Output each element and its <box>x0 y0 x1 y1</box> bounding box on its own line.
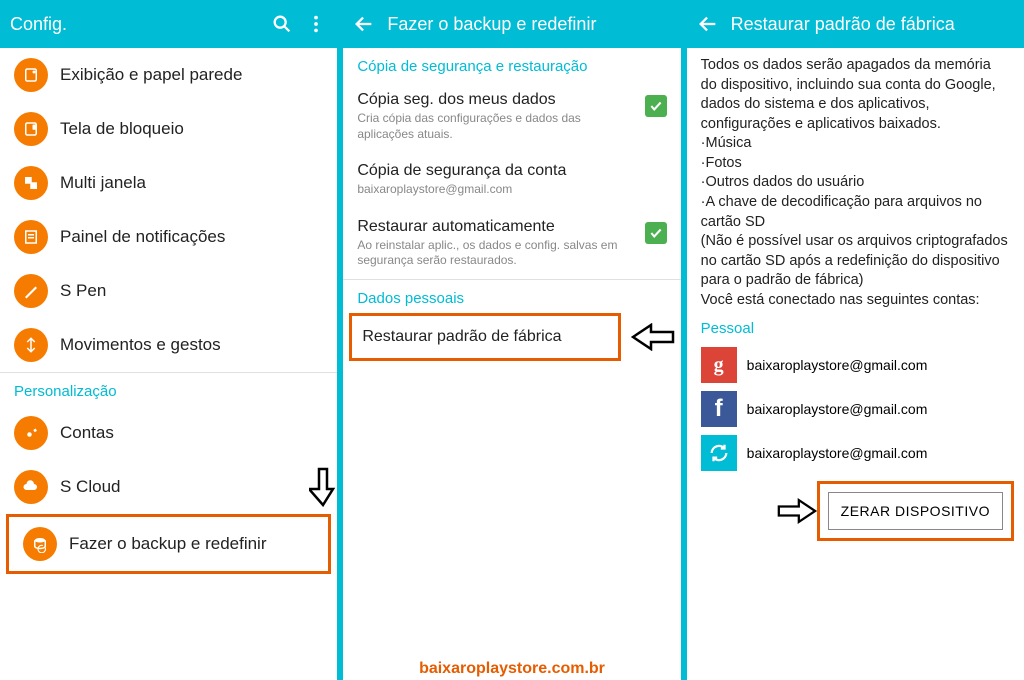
cloud-icon <box>14 470 48 504</box>
item-notifpanel[interactable]: Painel de notificações <box>0 210 337 264</box>
setting-title: Cópia seg. dos meus dados <box>357 91 636 109</box>
reset-content: Todos os dados serão apagados da memória… <box>687 48 1024 680</box>
setting-subtitle: Ao reinstalar aplic., os dados e config.… <box>357 238 636 269</box>
setting-title: Cópia de segurança da conta <box>357 162 666 180</box>
accounts-icon <box>14 416 48 450</box>
item-label: Painel de notificações <box>60 227 225 247</box>
section-personalization: Personalização <box>0 373 337 406</box>
facebook-icon: f <box>701 391 737 427</box>
setting-backup-data[interactable]: Cópia seg. dos meus dados Cria cópia das… <box>343 81 680 152</box>
setting-auto-restore[interactable]: Restaurar automaticamente Ao reinstalar … <box>343 208 680 279</box>
section-personal: Pessoal <box>687 310 1024 343</box>
arrow-down-annotation <box>309 467 337 507</box>
setting-title: Restaurar padrão de fábrica <box>362 328 561 346</box>
back-icon[interactable] <box>353 13 375 35</box>
header-title: Restaurar padrão de fábrica <box>731 14 1014 35</box>
item-label: S Cloud <box>60 477 120 497</box>
setting-factory-reset[interactable]: Restaurar padrão de fábrica <box>352 316 617 358</box>
item-label: S Pen <box>60 281 106 301</box>
bullet-sdkey: ·A chave de decodificação para arquivos … <box>687 193 1024 232</box>
item-spen[interactable]: S Pen <box>0 264 337 318</box>
item-accounts[interactable]: Contas <box>0 406 337 460</box>
setting-subtitle: baixaroplaystore@gmail.com <box>357 182 666 198</box>
checkbox-checked-icon[interactable] <box>645 222 667 244</box>
item-label: Contas <box>60 423 114 443</box>
item-label: Exibição e papel parede <box>60 65 242 85</box>
account-email: baixaroplaystore@gmail.com <box>747 357 928 373</box>
reset-device-button[interactable]: ZERAR DISPOSITIVO <box>828 492 1003 530</box>
reset-connected: Você está conectado nas seguintes contas… <box>687 291 1024 311</box>
item-label: Tela de bloqueio <box>60 119 184 139</box>
reset-button-row: ZERAR DISPOSITIVO <box>687 475 1024 541</box>
panel-factory-reset: Restaurar padrão de fábrica Todos os dad… <box>687 0 1024 680</box>
header-factory-reset: Restaurar padrão de fábrica <box>687 0 1024 48</box>
account-email: baixaroplaystore@gmail.com <box>747 401 928 417</box>
header-backup: Fazer o backup e redefinir <box>343 0 680 48</box>
panel-backup: Fazer o backup e redefinir Cópia de segu… <box>343 0 680 680</box>
lock-icon <box>14 112 48 146</box>
checkbox-checked-icon[interactable] <box>645 95 667 117</box>
setting-subtitle: Cria cópia das configurações e dados das… <box>357 111 636 142</box>
highlight-backup: Fazer o backup e redefinir <box>6 514 331 574</box>
item-label: Movimentos e gestos <box>60 335 221 355</box>
header-title: Fazer o backup e redefinir <box>387 14 670 35</box>
account-sync[interactable]: baixaroplaystore@gmail.com <box>687 431 1024 475</box>
account-google[interactable]: g baixaroplaystore@gmail.com <box>687 343 1024 387</box>
config-content: Exibição e papel parede Tela de bloqueio… <box>0 48 337 680</box>
item-backup-reset[interactable]: Fazer o backup e redefinir <box>9 517 328 571</box>
item-label: Fazer o backup e redefinir <box>69 534 267 554</box>
notification-panel-icon <box>14 220 48 254</box>
header-title: Config. <box>10 14 259 35</box>
sync-icon <box>701 435 737 471</box>
highlight-reset-button: ZERAR DISPOSITIVO <box>817 481 1014 541</box>
highlight-factory-reset: Restaurar padrão de fábrica <box>349 313 620 361</box>
arrow-right-annotation <box>777 497 817 525</box>
multiwindow-icon <box>14 166 48 200</box>
item-label: Multi janela <box>60 173 146 193</box>
header-config: Config. <box>0 0 337 48</box>
google-icon: g <box>701 347 737 383</box>
watermark: baixaroplaystore.com.br <box>343 660 680 678</box>
arrow-left-annotation <box>631 323 675 351</box>
item-scloud[interactable]: S Cloud <box>0 460 179 514</box>
more-icon[interactable] <box>305 13 327 35</box>
reset-note: (Não é possível usar os arquivos criptog… <box>687 232 1024 291</box>
backup-icon <box>23 527 57 561</box>
account-email: baixaroplaystore@gmail.com <box>747 445 928 461</box>
item-multiwindow[interactable]: Multi janela <box>0 156 337 210</box>
pen-icon <box>14 274 48 308</box>
section-backup-restore: Cópia de segurança e restauração <box>343 48 680 81</box>
account-facebook[interactable]: f baixaroplaystore@gmail.com <box>687 387 1024 431</box>
search-icon[interactable] <box>271 13 293 35</box>
setting-title: Restaurar automaticamente <box>357 218 636 236</box>
bullet-music: ·Música <box>687 134 1024 154</box>
panel-config: Config. Exibição e papel parede Tela de … <box>0 0 337 680</box>
bullet-photos: ·Fotos <box>687 154 1024 174</box>
item-lockscreen[interactable]: Tela de bloqueio <box>0 102 337 156</box>
backup-content: Cópia de segurança e restauração Cópia s… <box>343 48 680 680</box>
bullet-other: ·Outros dados do usuário <box>687 173 1024 193</box>
item-motions[interactable]: Movimentos e gestos <box>0 318 337 372</box>
setting-backup-account[interactable]: Cópia de segurança da conta baixaroplays… <box>343 152 680 208</box>
motion-icon <box>14 328 48 362</box>
section-personal-data: Dados pessoais <box>343 280 680 313</box>
back-icon[interactable] <box>697 13 719 35</box>
reset-intro: Todos os dados serão apagados da memória… <box>687 48 1024 134</box>
item-display[interactable]: Exibição e papel parede <box>0 48 337 102</box>
display-icon <box>14 58 48 92</box>
